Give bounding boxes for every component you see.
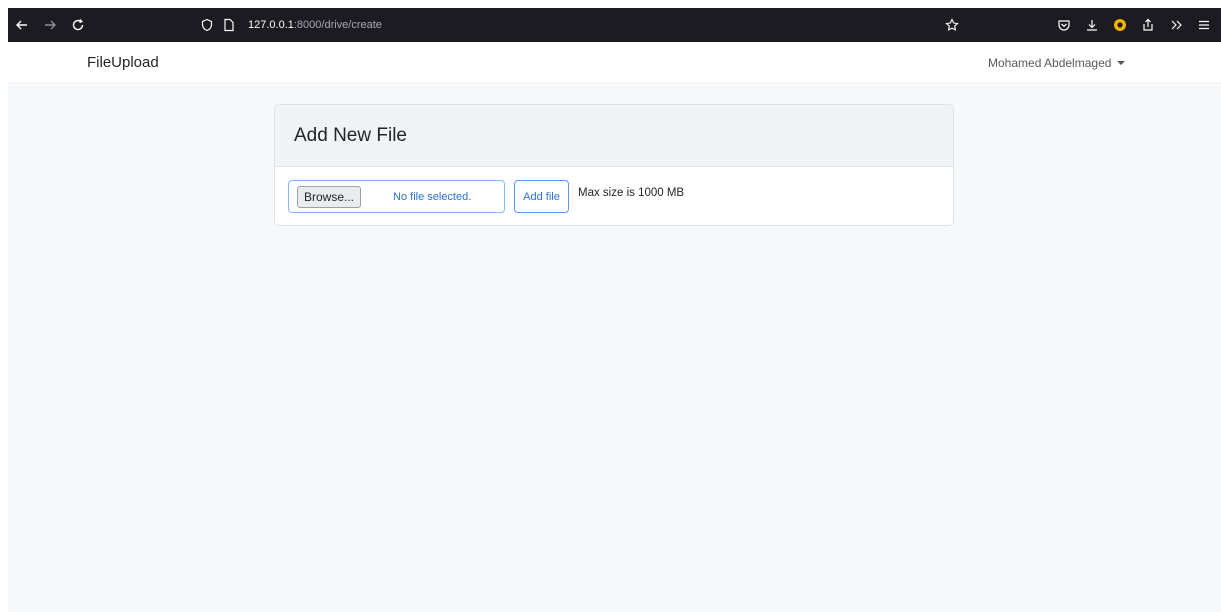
main-content: Add New File Browse... No file selected.… — [8, 85, 1221, 612]
star-icon — [945, 18, 959, 31]
reload-button[interactable] — [64, 8, 92, 42]
url-host: 127.0.0.1 — [248, 19, 294, 31]
card-header: Add New File — [275, 105, 953, 167]
toolbar-icons — [1051, 8, 1221, 42]
add-file-card: Add New File Browse... No file selected.… — [274, 104, 954, 226]
url-path: :8000/drive/create — [293, 19, 382, 31]
user-name: Mohamed Abdelmaged — [988, 55, 1112, 70]
reload-icon — [72, 19, 84, 31]
back-button[interactable] — [8, 8, 36, 42]
url-text: 127.0.0.1:8000/drive/create — [248, 19, 382, 31]
forward-button[interactable] — [36, 8, 64, 42]
add-file-button[interactable]: Add file — [514, 180, 569, 213]
shield-icon[interactable] — [196, 18, 218, 32]
user-menu-dropdown[interactable]: Mohamed Abdelmaged — [988, 55, 1126, 70]
extension-icon[interactable] — [1107, 8, 1133, 42]
arrow-right-icon — [45, 20, 56, 30]
caret-down-icon — [1117, 60, 1126, 65]
brand-link[interactable]: FileUpload — [87, 54, 159, 71]
url-bar[interactable]: 127.0.0.1:8000/drive/create — [196, 8, 966, 42]
card-title: Add New File — [294, 124, 407, 146]
pocket-icon[interactable] — [1051, 8, 1077, 42]
chevrons-right-icon[interactable] — [1163, 8, 1189, 42]
hamburger-menu-icon[interactable] — [1191, 8, 1217, 42]
file-input[interactable]: Browse... No file selected. — [288, 180, 505, 213]
browser-toolbar: 127.0.0.1:8000/drive/create — [8, 8, 1221, 42]
arrow-left-icon — [16, 20, 27, 30]
page-icon[interactable] — [218, 18, 240, 32]
upload-form: Browse... No file selected. Add file Max… — [275, 167, 953, 225]
download-icon[interactable] — [1079, 8, 1105, 42]
bookmark-button[interactable] — [938, 8, 966, 42]
share-icon[interactable] — [1135, 8, 1161, 42]
app-navbar: FileUpload Mohamed Abdelmaged — [8, 42, 1221, 84]
file-status-text: No file selected. — [393, 190, 472, 203]
max-size-note: Max size is 1000 MB — [578, 187, 685, 199]
browse-button[interactable]: Browse... — [297, 185, 362, 208]
